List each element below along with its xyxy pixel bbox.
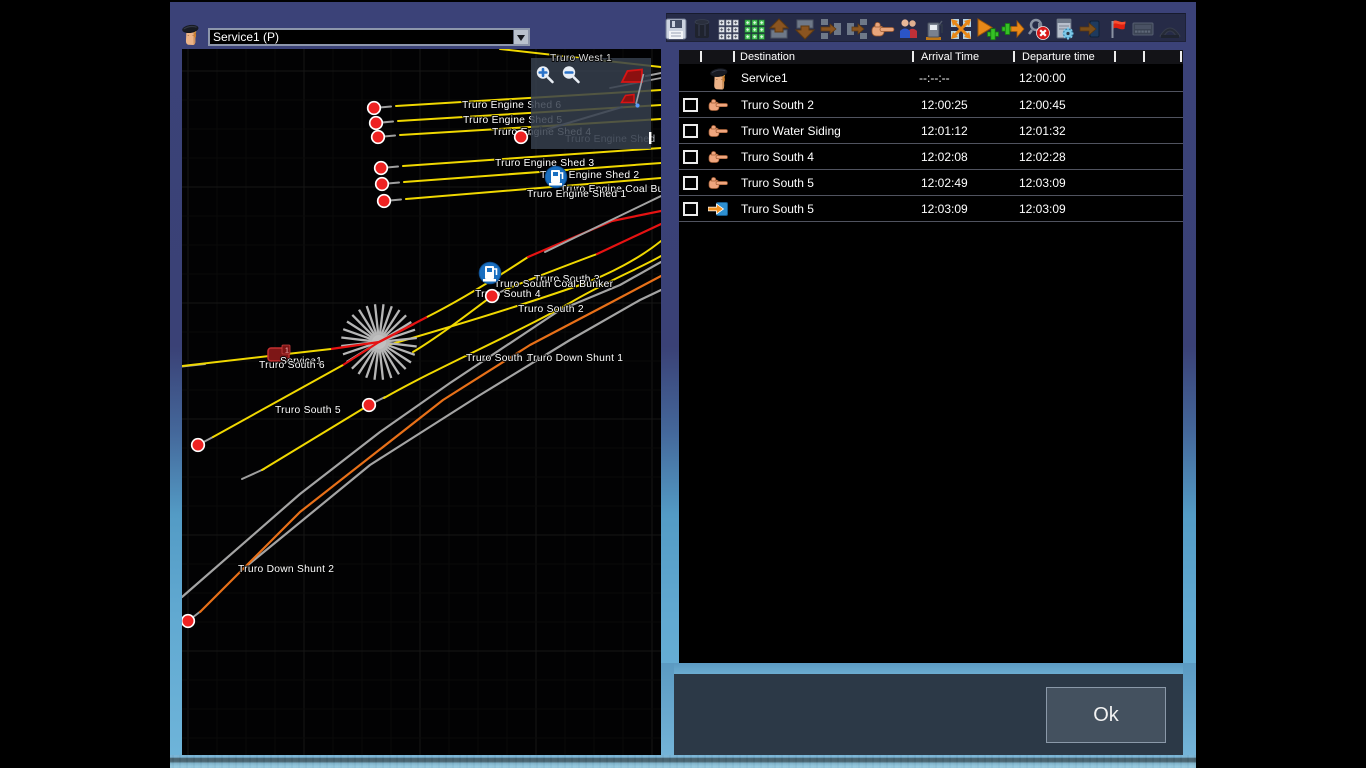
svg-text:Truro South 1: Truro South 1 — [466, 353, 532, 364]
svg-text:Truro West 1: Truro West 1 — [550, 53, 612, 64]
svg-text:Truro South 4: Truro South 4 — [475, 289, 541, 300]
svg-text:Truro South 2: Truro South 2 — [518, 304, 584, 315]
svg-text:Truro Down Shunt 2: Truro Down Shunt 2 — [238, 564, 334, 575]
svg-text:1: 1 — [285, 348, 289, 355]
svg-text:Truro Engine Shed 3: Truro Engine Shed 3 — [495, 158, 594, 169]
svg-text:Truro South 6: Truro South 6 — [259, 360, 325, 371]
svg-text:Truro South 5: Truro South 5 — [275, 405, 341, 416]
svg-text:Truro Down Shunt 1: Truro Down Shunt 1 — [527, 353, 623, 364]
svg-text:Truro Engine Shed 1: Truro Engine Shed 1 — [527, 189, 626, 200]
